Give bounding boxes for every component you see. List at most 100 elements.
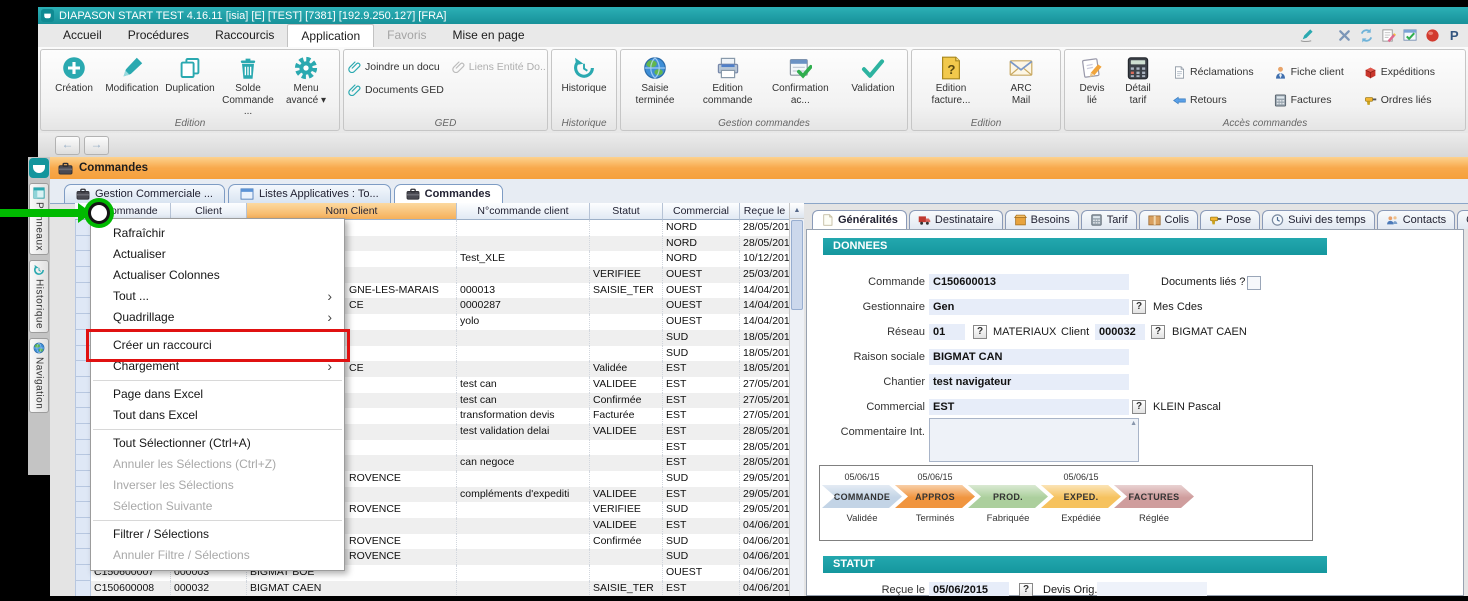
document-tab[interactable]: Listes Applicatives : To... — [228, 184, 391, 203]
close-x-icon[interactable] — [1337, 28, 1352, 43]
commentaire-textarea[interactable]: ▲ — [929, 418, 1139, 462]
row-selector-cell[interactable] — [75, 549, 91, 565]
row-selector-cell[interactable] — [75, 314, 91, 330]
ribbon-button[interactable]: Modification — [103, 54, 161, 95]
column-header-statut[interactable]: Statut — [590, 203, 663, 220]
details-tab[interactable]: Destinataire — [909, 210, 1003, 229]
menu-tab[interactable]: Mise en page — [439, 24, 537, 47]
vertical-scrollbar[interactable]: ▲ — [789, 203, 804, 601]
edit-pencil-icon[interactable] — [1299, 28, 1314, 43]
context-menu-item[interactable]: Tout dans Excel — [91, 405, 344, 426]
row-selector-cell[interactable] — [75, 283, 91, 299]
scroll-up-arrow-icon[interactable]: ▲ — [790, 203, 804, 219]
row-selector-cell[interactable] — [75, 408, 91, 424]
row-selector-cell[interactable] — [75, 565, 91, 581]
row-selector-cell[interactable] — [75, 534, 91, 550]
ribbon-button[interactable]: Historique — [556, 54, 612, 95]
window-check-icon[interactable] — [1403, 28, 1418, 43]
context-menu-item[interactable]: Tout Sélectionner (Ctrl+A) — [91, 433, 344, 454]
ribbon-button[interactable]: ? Edition facture... — [921, 54, 981, 106]
gestionnaire-field[interactable]: Gen — [929, 299, 1129, 315]
ribbon-button[interactable]: Liens Entité Do.. — [452, 60, 546, 73]
diapason-logo-icon[interactable] — [29, 158, 49, 178]
row-selector-cell[interactable] — [75, 471, 91, 487]
textarea-scroll-icon[interactable]: ▲ — [1130, 420, 1137, 428]
row-selector-cell[interactable] — [75, 393, 91, 409]
context-menu-item[interactable]: Page dans Excel — [91, 384, 344, 405]
context-menu-item[interactable]: Actualiser Colonnes — [91, 265, 344, 286]
client-field[interactable]: 000032 — [1095, 324, 1145, 340]
context-menu-item[interactable]: Inverser les Sélections — [91, 475, 344, 496]
details-tab[interactable]: Colis — [1139, 210, 1198, 229]
column-header-commercial[interactable]: Commercial — [663, 203, 740, 220]
details-tab[interactable]: Suivi des temps — [1262, 210, 1375, 229]
chantier-field[interactable]: test navigateur — [929, 374, 1129, 390]
raison-sociale-field[interactable]: BIGMAT CAN — [929, 349, 1129, 365]
row-selector-cell[interactable] — [75, 361, 91, 377]
ribbon-button[interactable]: Factures — [1274, 88, 1344, 112]
menu-tab[interactable]: Procédures — [115, 24, 202, 47]
ribbon-button[interactable]: Duplication — [161, 54, 219, 95]
menu-tab[interactable]: Favoris — [374, 24, 439, 47]
notes-icon[interactable] — [1381, 28, 1396, 43]
ribbon-button[interactable]: Confirmation ac... — [770, 54, 830, 106]
p-letter-icon[interactable]: P — [1447, 28, 1462, 43]
menu-tab[interactable]: Accueil — [50, 24, 115, 47]
row-selector-cell[interactable] — [75, 236, 91, 252]
row-selector-cell[interactable] — [75, 487, 91, 503]
row-selector-cell[interactable] — [75, 267, 91, 283]
lookup-button[interactable]: ? — [973, 325, 987, 339]
lookup-button[interactable]: ? — [1132, 400, 1146, 414]
document-tab[interactable]: Gestion Commerciale ... — [64, 184, 225, 203]
ribbon-button[interactable]: Ordres liés — [1364, 88, 1435, 112]
ribbon-button[interactable]: ARC Mail — [991, 54, 1051, 106]
sidebar-tab[interactable]: Navigation — [29, 338, 49, 413]
details-tab[interactable]: Contacts — [1377, 210, 1455, 229]
row-selector-cell[interactable] — [75, 518, 91, 534]
row-selector-cell[interactable] — [75, 455, 91, 471]
ribbon-button[interactable]: Détail tarif — [1115, 54, 1161, 106]
lookup-button[interactable]: ? — [1132, 300, 1146, 314]
ribbon-button[interactable]: Fiche client — [1274, 60, 1344, 84]
context-menu-item[interactable]: Sélection Suivante — [91, 496, 344, 517]
row-selector-cell[interactable] — [75, 251, 91, 267]
column-header-recue-le[interactable]: Reçue le — [740, 203, 790, 220]
context-menu-item[interactable]: Actualiser — [91, 244, 344, 265]
row-selector-cell[interactable] — [75, 424, 91, 440]
row-selector-cell[interactable] — [75, 298, 91, 314]
ribbon-button[interactable]: Devis lié — [1069, 54, 1115, 106]
context-menu-item[interactable]: Annuler les Sélections (Ctrl+Z) — [91, 454, 344, 475]
row-selector-cell[interactable] — [75, 581, 91, 597]
ribbon-button[interactable]: Création — [45, 54, 103, 95]
ribbon-button[interactable]: Joindre un docu — [348, 60, 444, 73]
details-tab[interactable]: Pose — [1200, 210, 1260, 229]
context-menu-item[interactable]: Annuler Filtre / Sélections — [91, 545, 344, 566]
ribbon-button[interactable]: Edition commande — [698, 54, 758, 106]
row-selector-cell[interactable] — [75, 440, 91, 456]
ribbon-button[interactable]: Menu avancé ▾ — [277, 54, 335, 106]
document-tab[interactable]: Commandes — [394, 184, 503, 203]
context-menu-item[interactable]: Quadrillage — [91, 307, 344, 328]
ribbon-button[interactable]: Solde Commande ... — [219, 54, 277, 118]
lookup-button[interactable]: ? — [1019, 583, 1033, 597]
ribbon-button[interactable]: Retours — [1173, 88, 1254, 112]
commercial-field[interactable]: EST — [929, 399, 1129, 415]
commande-field[interactable]: C150600013 — [929, 274, 1129, 290]
menu-tab[interactable]: Application — [287, 24, 374, 47]
lookup-button[interactable]: ? — [1151, 325, 1165, 339]
details-tab[interactable]: Généralités — [812, 210, 907, 229]
menu-tab[interactable]: Raccourcis — [202, 24, 287, 47]
refresh-icon[interactable] — [1359, 28, 1374, 43]
details-tab[interactable]: Qui, quand ? — [1457, 210, 1468, 229]
sidebar-tab[interactable]: Historique — [29, 260, 49, 333]
ribbon-button[interactable]: Saisie terminée — [625, 54, 685, 106]
ribbon-button[interactable]: Expéditions — [1364, 60, 1435, 84]
ribbon-button[interactable]: Validation — [843, 54, 903, 95]
details-tab[interactable]: Tarif — [1081, 210, 1137, 229]
context-menu-item[interactable]: Filtrer / Sélections — [91, 524, 344, 545]
context-menu-item[interactable]: Rafraîchir — [91, 223, 344, 244]
documents-lies-checkbox[interactable] — [1247, 276, 1261, 290]
row-selector-cell[interactable] — [75, 502, 91, 518]
reseau-field[interactable]: 01 — [929, 324, 965, 340]
record-icon[interactable] — [1425, 28, 1440, 43]
